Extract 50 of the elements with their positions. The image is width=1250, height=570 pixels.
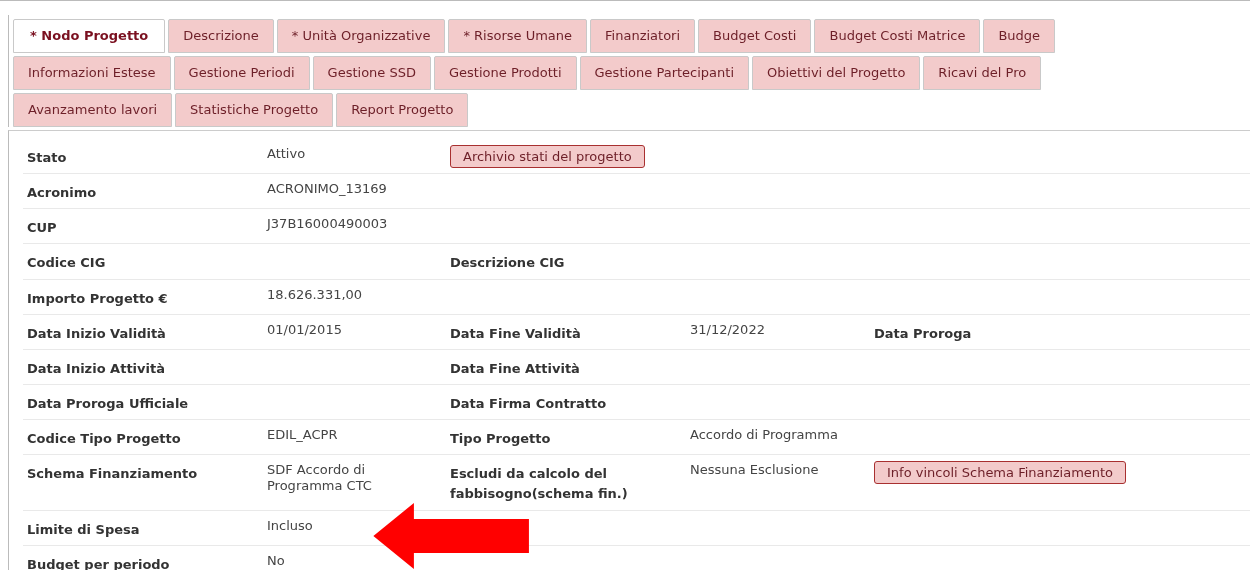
field-label: Stato: [27, 149, 68, 167]
tab[interactable]: Finanziatori: [590, 19, 696, 53]
field-label: Data Inizio Attività: [27, 359, 166, 378]
tab[interactable]: Gestione Prodotti: [434, 56, 577, 90]
field-value: 18.626.331,00: [267, 285, 364, 303]
field-label: Data Inizio Validità: [27, 324, 167, 343]
field-value: ACRONIMO_13169: [267, 180, 388, 197]
tab[interactable]: Obiettivi del Progetto: [752, 56, 921, 90]
field-label: Importo Progetto €: [27, 289, 169, 308]
tab[interactable]: Informazioni Estese: [13, 56, 171, 90]
field-label: Escludi da calcolo del fabbisogno(schema fin.): [450, 465, 629, 504]
tab[interactable]: Budget Costi Matrice: [814, 19, 981, 53]
field-value: 01/01/2015: [267, 320, 343, 338]
field-value: Attivo: [267, 145, 307, 162]
field-label: Schema Finanziamento: [27, 465, 199, 484]
tab[interactable]: * Unità Organizzative: [276, 19, 446, 53]
field-label: Data Firma Contratto: [450, 395, 608, 413]
field-label: Codice Tipo Progetto: [27, 430, 182, 449]
tab[interactable]: Descrizione: [168, 19, 274, 53]
tab[interactable]: Avanzamento lavori: [13, 93, 173, 127]
field-value: SDF Accordo di Programma CTC: [267, 461, 373, 494]
field-label: Descrizione CIG: [450, 254, 566, 273]
field-label: Data Fine Validità: [450, 324, 582, 343]
field-value: 31/12/2022: [690, 320, 766, 338]
action-button[interactable]: Archivio stati del progetto: [450, 145, 645, 168]
tab[interactable]: Ricavi del Pro: [923, 56, 1042, 90]
field-value: Accordo di Programma: [690, 426, 839, 443]
tab[interactable]: * Nodo Progetto: [13, 19, 166, 53]
field-value: Nessuna Esclusione: [690, 461, 820, 478]
field-value: EDIL_ACPR: [267, 426, 339, 443]
field-value: No: [267, 551, 286, 569]
field-label: Tipo Progetto: [450, 430, 552, 449]
field-label: Data Proroga Ufficiale: [27, 395, 190, 413]
tab[interactable]: Statistiche Progetto: [175, 93, 334, 127]
field-label: Data Proroga: [874, 324, 973, 343]
tab[interactable]: Budge: [983, 19, 1056, 53]
field-label: Limite di Spesa: [27, 520, 141, 539]
tab[interactable]: Gestione SSD: [312, 56, 431, 90]
tab[interactable]: Report Progetto: [336, 93, 469, 127]
tab[interactable]: Gestione Partecipanti: [579, 56, 749, 90]
tab[interactable]: * Risorse Umane: [448, 19, 588, 53]
tab[interactable]: Budget Costi: [698, 19, 812, 53]
field-label: Data Fine Attività: [450, 359, 581, 378]
field-value: Incluso: [267, 516, 314, 534]
field-value: J37B16000490003: [267, 215, 389, 232]
field-label: Acronimo: [27, 184, 98, 203]
field-label: CUP: [27, 219, 58, 238]
tab[interactable]: Gestione Periodi: [173, 56, 310, 90]
field-label: Codice CIG: [27, 254, 107, 273]
action-button[interactable]: Info vincoli Schema Finanziamento: [874, 461, 1127, 485]
